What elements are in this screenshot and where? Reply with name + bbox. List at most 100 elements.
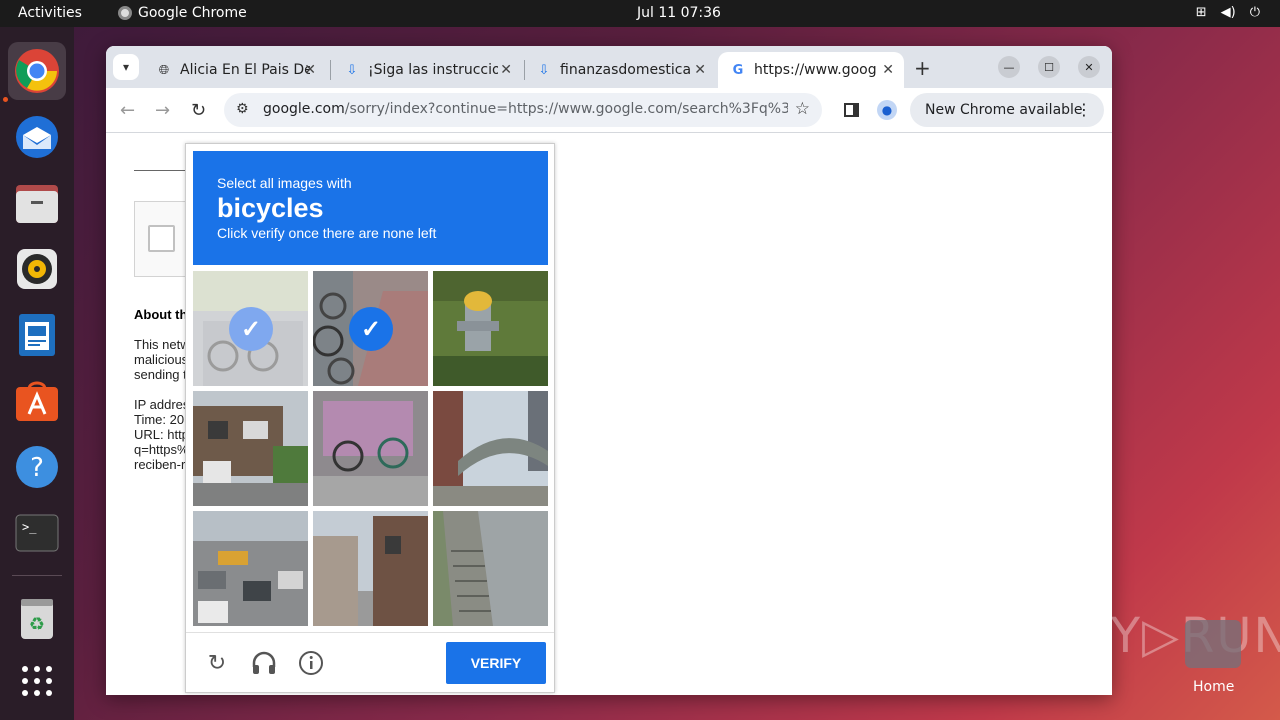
site-info-icon[interactable]: ⚙︎ <box>236 101 249 117</box>
dock-separator <box>12 575 62 576</box>
tab-finanzas[interactable]: ⇩ finanzasdomesticas ✕ <box>524 52 716 88</box>
verify-button[interactable]: VERIFY <box>446 642 546 684</box>
traffic-image <box>193 511 308 626</box>
google-icon: G <box>732 62 744 78</box>
writer-icon <box>19 314 55 356</box>
image-tile[interactable]: ✓ <box>193 271 308 386</box>
dock-help[interactable]: ? <box>8 438 66 496</box>
headphones-icon <box>252 651 276 674</box>
toolbar: ← → ↻ ⚙︎ google.com/sorry/index?continue… <box>106 88 1112 133</box>
kebab-menu-icon[interactable]: ⋮ <box>1076 100 1092 119</box>
back-arrow-icon[interactable]: ← <box>120 100 135 121</box>
side-panel-icon[interactable] <box>844 103 859 117</box>
dock-show-apps[interactable] <box>8 652 66 710</box>
minimize-button[interactable]: — <box>998 56 1020 78</box>
svg-text:♻: ♻ <box>29 614 45 635</box>
close-icon[interactable]: ✕ <box>882 62 894 78</box>
image-tile[interactable] <box>193 511 308 626</box>
system-tray[interactable]: ⊞ ◀) ⏻ <box>1196 5 1260 20</box>
dock: ? >_ ♻ <box>0 27 74 720</box>
tab-search-button[interactable]: ▾ <box>113 54 139 80</box>
bridge-image <box>433 391 548 506</box>
tab-separator <box>330 60 331 80</box>
download-icon: ⇩ <box>538 62 550 78</box>
new-tab-button[interactable]: + <box>914 56 931 80</box>
challenge-footer: ↻ VERIFY <box>186 632 554 692</box>
volume-icon: ◀) <box>1220 5 1236 20</box>
tab-alicia[interactable]: 🌐︎ Alicia En El Pais De ✕ <box>144 52 326 88</box>
rhythmbox-icon <box>17 249 57 289</box>
image-tile[interactable] <box>433 271 548 386</box>
close-window-button[interactable]: ✕ <box>1078 56 1100 78</box>
app-grid-icon <box>22 666 52 696</box>
challenge-header: Select all images with bicycles Click ve… <box>193 151 548 265</box>
help-icon: ? <box>16 446 58 488</box>
home-folder-icon[interactable] <box>1185 620 1241 668</box>
image-tile[interactable] <box>313 511 428 626</box>
image-tile[interactable]: ✓ <box>313 271 428 386</box>
thunderbird-icon <box>16 116 58 158</box>
image-tile[interactable] <box>193 391 308 506</box>
image-tile[interactable] <box>433 391 548 506</box>
stairs-image <box>433 511 548 626</box>
forward-arrow-icon[interactable]: → <box>155 100 170 121</box>
activities-button[interactable]: Activities <box>18 5 82 21</box>
old-house-image <box>193 391 308 506</box>
instruction-text: Select all images with <box>217 175 352 191</box>
maximize-button[interactable]: ☐ <box>1038 56 1060 78</box>
dock-chrome[interactable] <box>8 42 66 100</box>
about-heading: About th <box>134 307 188 322</box>
image-grid: ✓ ✓ <box>193 271 548 626</box>
tab-label: ¡Siga las instruccio <box>368 62 498 78</box>
home-label[interactable]: Home <box>1193 679 1234 695</box>
close-icon[interactable]: ✕ <box>500 62 512 78</box>
close-icon[interactable]: ✕ <box>694 62 706 78</box>
profile-avatar-icon[interactable]: ● <box>877 100 897 120</box>
tab-siga[interactable]: ⇩ ¡Siga las instruccio ✕ <box>332 52 522 88</box>
address-bar[interactable]: ⚙︎ google.com/sorry/index?continue=https… <box>224 93 822 127</box>
dock-app-center[interactable] <box>8 372 66 430</box>
dock-thunderbird[interactable] <box>8 108 66 166</box>
top-bar: Activities Google Chrome Jul 11 07:36 ⊞ … <box>0 0 1280 27</box>
instruction-subtext: Click verify once there are none left <box>217 225 437 241</box>
app-center-icon <box>16 381 58 421</box>
reload-challenge-icon[interactable]: ↻ <box>204 650 230 676</box>
clock[interactable]: Jul 11 07:36 <box>637 5 721 21</box>
audio-challenge-icon[interactable] <box>251 650 277 676</box>
tab-google[interactable]: G https://www.google ✕ <box>718 52 904 88</box>
tab-label: finanzasdomesticas <box>560 62 690 78</box>
tab-label: Alicia En El Pais De <box>180 62 310 78</box>
bookmark-star-icon[interactable]: ☆ <box>795 99 810 119</box>
dock-writer[interactable] <box>8 306 66 364</box>
tab-strip: ▾ 🌐︎ Alicia En El Pais De ✕ ⇩ ¡Siga las … <box>106 46 1112 88</box>
dock-trash[interactable]: ♻ <box>8 589 66 647</box>
update-chrome-button[interactable]: New Chrome available ⋮ <box>910 93 1104 127</box>
terminal-icon: >_ <box>15 514 59 552</box>
globe-icon: 🌐︎ <box>158 62 170 78</box>
url-text[interactable]: google.com/sorry/index?continue=https://… <box>263 101 788 117</box>
image-tile[interactable] <box>313 391 428 506</box>
info-icon[interactable] <box>298 650 324 676</box>
narrow-street-image <box>313 511 428 626</box>
network-icon: ⊞ <box>1195 5 1207 20</box>
svg-text:>_: >_ <box>22 520 37 534</box>
app-menu[interactable]: Google Chrome <box>118 5 247 21</box>
tab-label: https://www.google <box>754 62 876 78</box>
dock-files[interactable] <box>8 174 66 232</box>
active-indicator <box>3 97 8 102</box>
close-icon[interactable]: ✕ <box>304 62 316 78</box>
selected-check-icon: ✓ <box>349 307 393 351</box>
recaptcha-checkbox[interactable] <box>148 225 175 252</box>
fire-hydrant-image <box>433 271 548 386</box>
info-circle-icon <box>299 651 323 675</box>
svg-text:?: ? <box>30 453 44 483</box>
chrome-icon <box>15 49 59 93</box>
power-icon: ⏻ <box>1249 5 1260 20</box>
anyrun-watermark: ANY▷RUN <box>1038 608 1280 664</box>
recaptcha-challenge: Select all images with bicycles Click ve… <box>185 143 555 693</box>
reload-icon[interactable]: ↻ <box>191 100 206 121</box>
dock-terminal[interactable]: >_ <box>8 504 66 562</box>
dock-rhythmbox[interactable] <box>8 240 66 298</box>
chevron-down-icon: ▾ <box>122 60 130 74</box>
image-tile[interactable] <box>433 511 548 626</box>
